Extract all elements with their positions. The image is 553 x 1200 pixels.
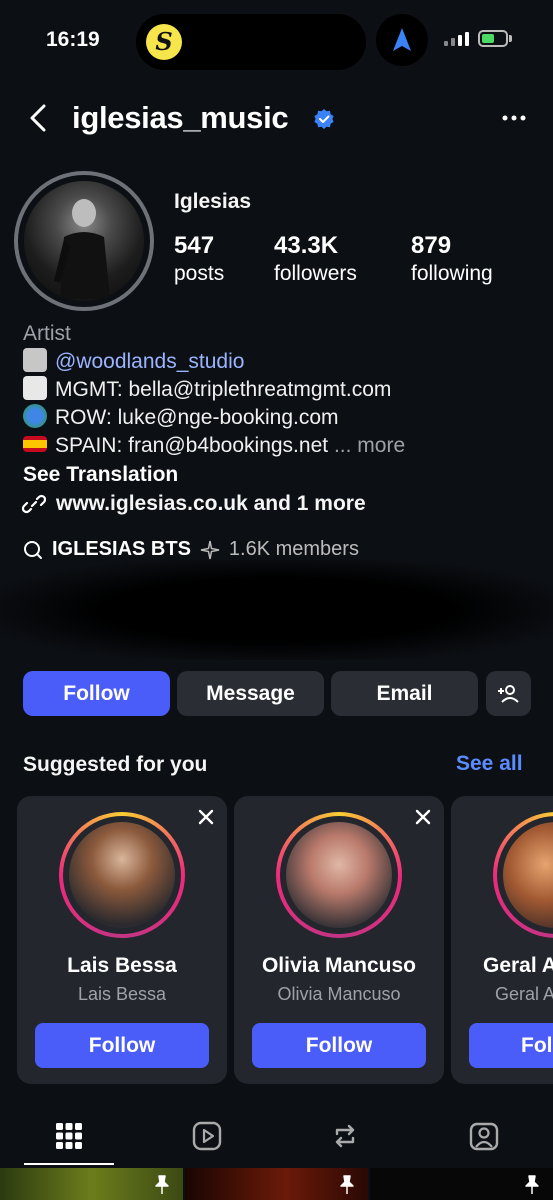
suggested-card[interactable]: Geral A Geral A Fol [451,796,553,1084]
suggested-follow-button[interactable]: Follow [35,1023,209,1068]
pin-icon [525,1175,539,1194]
globe-emoji-icon [23,404,47,428]
bio-mgmt-text: MGMT: bella@triplethreatmgmt.com [55,378,392,401]
suggested-card[interactable]: Olivia Mancuso Olivia Mancuso Follow [234,796,444,1084]
battery-icon [478,30,508,47]
suggested-avatar[interactable] [286,822,392,928]
follow-button[interactable]: Follow [23,671,170,716]
post-thumbnail[interactable] [0,1168,183,1200]
message-button[interactable]: Message [177,671,324,716]
pin-icon [340,1175,354,1194]
avatar[interactable] [24,181,144,301]
grid-icon[interactable] [53,1120,85,1152]
verified-badge-icon [314,109,334,129]
see-translation-link[interactable]: See Translation [23,461,178,489]
following-count: 879 [411,232,452,259]
dismiss-icon[interactable] [414,808,432,826]
link-icon [22,494,46,514]
envelope-emoji-icon [23,376,47,400]
email-button[interactable]: Email [331,671,478,716]
spain-flag-emoji-icon [23,436,47,452]
suggested-card[interactable]: Lais Bessa Lais Bessa Follow [17,796,227,1084]
bio-line-mgmt: MGMT: bella@triplethreatmgmt.com [23,376,391,404]
battery-tip [509,35,512,42]
bio-spain-text: SPAIN: fran@b4bookings.net [55,434,329,457]
followers-count: 43.3K [274,232,339,259]
bio-row-text: ROW: luke@nge-booking.com [55,406,339,429]
posts-stat[interactable]: 547 posts [174,232,224,286]
redacted-area [0,560,553,660]
suggested-name: Olivia Mancuso [261,954,417,977]
bio-line-spain: SPAIN: fran@b4bookings.net ... more [23,432,405,460]
suggested-avatar[interactable] [69,822,175,928]
suggested-follow-button[interactable]: Follow [252,1023,426,1068]
followers-label: followers [274,262,357,285]
suggested-name: Lais Bessa [67,954,177,977]
posts-count: 547 [174,232,215,259]
shazam-icon: S [146,24,182,60]
suggested-subtitle: Olivia Mancuso [277,984,401,1004]
bio-line-studio: @woodlands_studio [23,348,244,376]
suggested-subtitle: Geral A [495,984,553,1004]
story-ring [493,812,553,938]
sparkle-icon [200,540,220,559]
post-thumbnail[interactable] [185,1168,368,1200]
profile-category: Artist [23,322,71,345]
external-link[interactable]: www.iglesias.co.uk and 1 more [22,492,366,516]
posts-label: posts [174,262,225,285]
bio-line-row: ROW: luke@nge-booking.com [23,404,339,432]
profile-username: iglesias_music [72,100,289,135]
suggested-subtitle: Lais Bessa [77,984,167,1004]
suggested-avatar[interactable] [503,822,553,928]
followers-stat[interactable]: 43.3K followers [274,232,357,286]
tagged-icon[interactable] [468,1120,500,1152]
reposts-icon[interactable] [329,1120,361,1152]
see-all-link[interactable]: See all [456,752,523,776]
broadcast-channel[interactable]: IGLESIAS BTS 1.6K members [22,538,359,561]
back-chevron-icon[interactable] [24,100,58,136]
story-ring [59,812,185,938]
following-label: following [411,262,493,285]
add-user-button[interactable] [486,671,531,716]
story-ring [276,812,402,938]
cellular-signal-icon [444,32,469,46]
channel-members: 1.6K members [228,538,359,560]
pin-icon [155,1175,169,1194]
suggested-name: Geral A [483,954,553,977]
dismiss-icon[interactable] [197,808,215,826]
suggested-follow-button[interactable]: Fol [469,1023,553,1068]
add-user-icon [497,684,519,703]
status-time: 16:19 [46,28,100,51]
location-bubble [376,14,428,66]
control-knobs-emoji-icon [23,348,47,372]
suggested-title: Suggested for you [23,753,208,776]
display-name: Iglesias [174,190,252,213]
location-arrow-icon [393,28,411,51]
channel-name: IGLESIAS BTS [52,538,191,560]
bio-more-link[interactable]: ... more [334,434,405,457]
channel-chat-icon [24,540,42,559]
following-stat[interactable]: 879 following [411,232,493,286]
reels-icon[interactable] [191,1120,223,1152]
active-tab-indicator [24,1163,114,1165]
bio-mention-link[interactable]: @woodlands_studio [55,350,244,373]
external-link-text: www.iglesias.co.uk and 1 more [56,492,366,515]
more-options-icon[interactable] [497,106,531,130]
post-thumbnail[interactable] [370,1168,553,1200]
